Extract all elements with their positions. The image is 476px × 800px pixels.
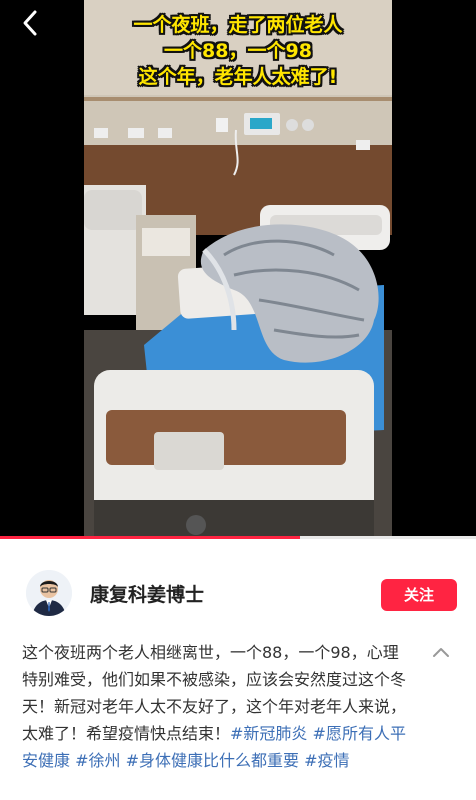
video-progress-bar[interactable]: [0, 536, 476, 539]
chevron-up-icon[interactable]: [430, 642, 452, 664]
author-name[interactable]: 康复科姜博士: [90, 580, 204, 607]
video-caption: 一个夜班，走了两位老人 一个88，一个98 这个年，老年人太难了!: [84, 12, 392, 90]
chevron-left-icon[interactable]: [14, 6, 48, 40]
hashtag[interactable]: #新冠肺炎: [230, 724, 307, 743]
post-description: 这个夜班两个老人相继离世，一个88，一个98，心理特别难受，他们如果不被感染，应…: [22, 639, 412, 774]
hashtag[interactable]: #疫情: [304, 751, 349, 770]
hashtag[interactable]: #徐州: [75, 751, 120, 770]
follow-button[interactable]: 关注: [381, 579, 457, 611]
hashtag[interactable]: #身体健康比什么都重要: [126, 751, 299, 770]
caption-line: 一个夜班，走了两位老人: [133, 14, 343, 36]
video-progress-fill: [0, 536, 300, 539]
caption-line: 一个88，一个98: [164, 40, 312, 62]
author-row: 康复科姜博士 关注: [0, 560, 476, 630]
avatar[interactable]: [26, 570, 72, 616]
video-player[interactable]: 一个夜班，走了两位老人 一个88，一个98 这个年，老年人太难了!: [0, 0, 476, 538]
caption-line: 这个年，老年人太难了!: [138, 66, 338, 88]
